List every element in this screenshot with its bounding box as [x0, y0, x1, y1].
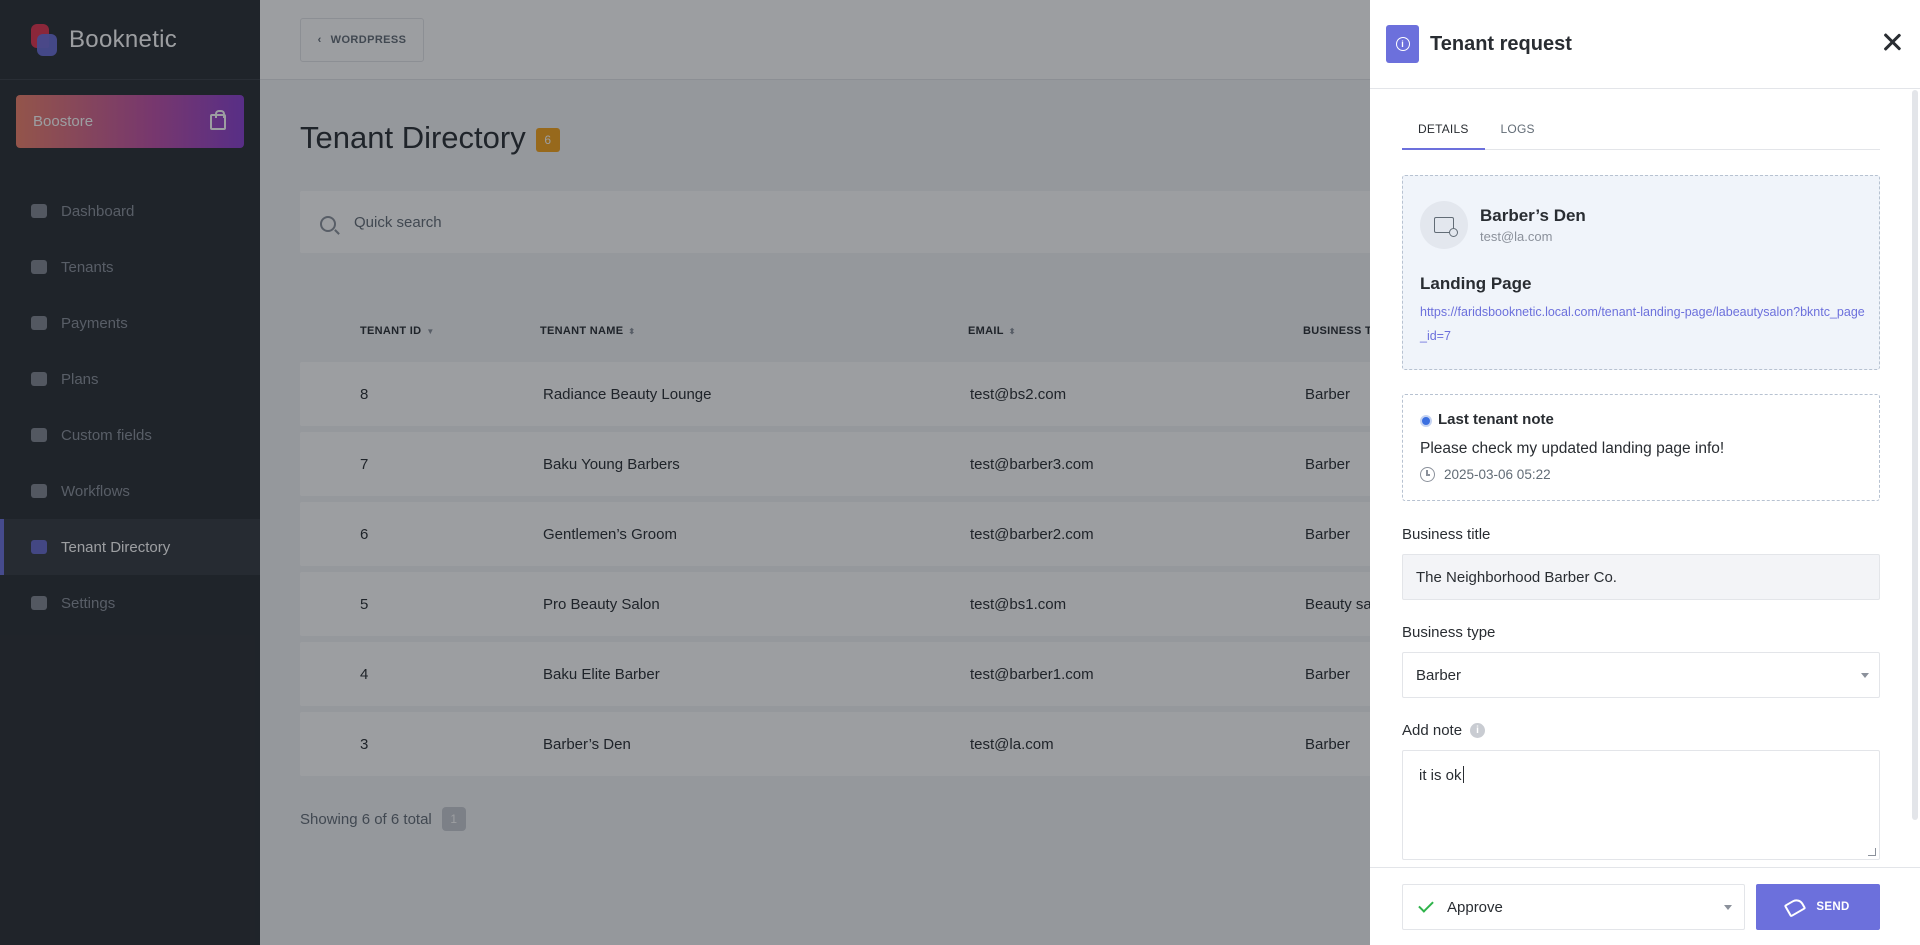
chevron-down-icon	[1724, 905, 1732, 910]
business-type-label: Business type	[1402, 624, 1496, 641]
last-note-time: 2025-03-06 05:22	[1420, 467, 1551, 482]
add-note-label: Add note	[1402, 722, 1463, 739]
add-note-textarea[interactable]: it is ok	[1402, 750, 1880, 860]
business-title-label: Business title	[1402, 526, 1491, 543]
note-timestamp: 2025-03-06 05:22	[1444, 467, 1551, 482]
last-note-label: Last tenant note	[1438, 411, 1554, 428]
panel-title: Tenant request	[1430, 32, 1572, 55]
tenant-request-panel: i Tenant request DETAILS LOGS Barber’s D…	[1370, 0, 1920, 945]
tab-logs[interactable]: LOGS	[1485, 110, 1551, 150]
tab-details[interactable]: DETAILS	[1402, 110, 1485, 150]
business-type-value: Barber	[1416, 666, 1462, 684]
chevron-down-icon	[1861, 673, 1869, 678]
send-label: SEND	[1816, 901, 1850, 913]
info-icon: i	[1386, 25, 1419, 63]
landing-page-link[interactable]: https://faridsbooknetic.local.com/tenant…	[1420, 300, 1870, 348]
tenant-info-card: Barber’s Den test@la.com Landing Page ht…	[1402, 175, 1880, 370]
last-note-text: Please check my updated landing page inf…	[1420, 440, 1725, 457]
status-dot-icon	[1420, 415, 1432, 427]
status-value: Approve	[1447, 898, 1503, 916]
business-type-select[interactable]: Barber	[1402, 652, 1880, 698]
panel-header: i Tenant request	[1370, 0, 1920, 89]
text-cursor	[1462, 766, 1464, 783]
check-icon	[1418, 897, 1434, 913]
panel-tabs: DETAILS LOGS	[1402, 110, 1880, 150]
last-note-card: Last tenant note Please check my updated…	[1402, 394, 1880, 501]
clock-icon	[1420, 467, 1435, 482]
send-icon	[1784, 896, 1807, 918]
landing-page-title: Landing Page	[1420, 274, 1532, 293]
add-note-label-row: Add note i	[1402, 722, 1486, 739]
tenant-email: test@la.com	[1480, 229, 1553, 244]
send-button[interactable]: SEND	[1756, 884, 1880, 930]
close-icon[interactable]	[1882, 32, 1902, 52]
tenant-name: Barber’s Den	[1480, 206, 1586, 225]
info-icon[interactable]: i	[1470, 723, 1486, 738]
resize-handle-icon[interactable]	[1868, 848, 1876, 856]
panel-scrollbar[interactable]	[1912, 90, 1918, 820]
panel-footer: Approve SEND	[1370, 867, 1920, 945]
image-placeholder-icon	[1434, 217, 1458, 237]
add-note-value: it is ok	[1419, 767, 1462, 784]
avatar	[1420, 201, 1468, 249]
business-title-field[interactable]: The Neighborhood Barber Co.	[1402, 554, 1880, 600]
business-title-value: The Neighborhood Barber Co.	[1416, 568, 1617, 586]
status-select[interactable]: Approve	[1402, 884, 1745, 930]
